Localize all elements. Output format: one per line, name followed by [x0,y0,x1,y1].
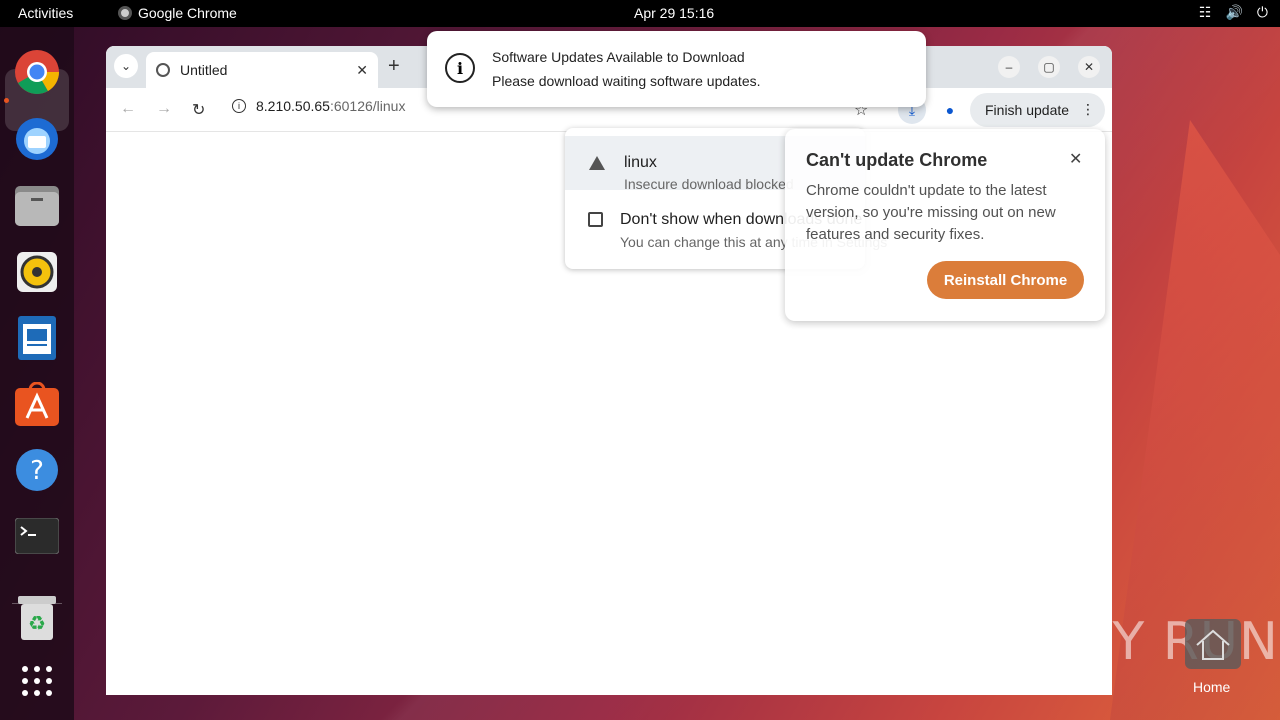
files-icon [15,186,59,226]
tab-search-button[interactable]: ⌄ [114,54,138,78]
forward-icon[interactable]: → [156,100,172,118]
svg-text:♻: ♻ [28,611,46,635]
rhythmbox-icon [17,252,57,292]
url-text[interactable]: 8.210.50.65:60126/linux [256,98,405,114]
dock: ? ♻ [0,27,74,720]
dock-files[interactable] [13,182,61,230]
system-notification[interactable]: i Software Updates Available to Download… [427,31,926,107]
dock-thunderbird[interactable] [13,115,61,163]
download-file-name: linux [624,154,657,171]
warning-icon [589,156,605,170]
close-tab-icon[interactable]: ✕ [356,62,368,79]
terminal-icon [15,518,59,554]
profile-button[interactable]: ● [936,96,964,124]
url-host: 8.210.50.65 [256,98,330,114]
help-icon: ? [16,449,58,491]
grid-icon [22,666,52,696]
minimize-button[interactable]: – [998,56,1020,78]
dock-help[interactable]: ? [13,446,61,494]
update-error-card: Can't update Chrome ✕ Chrome couldn't up… [785,129,1105,321]
dock-trash[interactable]: ♻ [13,594,61,642]
running-indicator [4,98,9,103]
globe-icon [156,63,170,77]
network-icon[interactable]: ☷ [1199,4,1212,21]
dock-terminal[interactable] [13,512,61,560]
dock-show-apps[interactable] [13,657,61,705]
person-icon: ● [945,102,955,118]
finish-update-label: Finish update [985,102,1070,118]
top-bar: Activities Google Chrome Apr 29 15:16 ☷ … [0,0,1280,27]
download-status: Insecure download blocked [624,176,794,192]
thunderbird-icon [16,118,58,160]
reload-icon[interactable]: ↻ [192,100,205,120]
home-folder-icon[interactable] [1185,619,1241,669]
trash-icon: ♻ [18,596,56,640]
chrome-small-icon [118,6,132,20]
address-bar[interactable]: i 8.210.50.65:60126/linux [232,98,405,114]
chevron-down-icon: ⌄ [120,59,132,73]
update-card-title: Can't update Chrome [806,150,988,170]
dock-writer[interactable] [13,314,61,362]
dock-rhythmbox[interactable] [13,248,61,296]
dont-show-checkbox[interactable] [588,212,603,227]
home-label: Home [1193,679,1231,695]
new-tab-button[interactable]: + [388,55,400,78]
chrome-icon [15,50,59,94]
back-icon[interactable]: ← [120,100,136,118]
url-path: :60126/linux [329,98,406,114]
house-icon [1196,629,1230,660]
svg-text:?: ? [30,456,44,486]
power-icon[interactable]: ⏻ [1257,4,1268,21]
anyrun-watermark: ANY RUN [1036,612,1279,672]
close-window-button[interactable]: ✕ [1078,56,1100,78]
app-name: Google Chrome [138,5,237,21]
notification-title: Software Updates Available to Download [492,49,745,65]
close-icon[interactable]: ✕ [1069,149,1082,169]
reinstall-chrome-button[interactable]: Reinstall Chrome [927,261,1084,299]
dock-chrome[interactable] [13,48,61,96]
finish-update-button[interactable]: Finish update ⋮ [970,93,1105,127]
more-menu-icon[interactable]: ⋮ [1081,101,1095,118]
notification-body: Please download waiting software updates… [492,73,761,89]
clock[interactable]: Apr 29 15:16 [634,5,714,21]
writer-icon [18,316,56,360]
dock-app-center[interactable] [13,380,61,428]
info-icon: i [445,53,475,83]
tab-untitled[interactable]: Untitled ✕ [146,52,378,88]
tab-title: Untitled [180,62,228,78]
update-card-body: Chrome couldn't update to the latest ver… [806,182,1056,243]
activities-button[interactable]: Activities [18,5,73,21]
app-center-icon [15,382,59,426]
system-tray[interactable]: ☷ 🔊 ⏻ [1199,4,1268,21]
volume-icon[interactable]: 🔊 [1225,4,1242,21]
site-info-icon[interactable]: i [232,99,246,113]
app-menu[interactable]: Google Chrome [118,5,237,21]
maximize-button[interactable]: ▢ [1038,56,1060,78]
